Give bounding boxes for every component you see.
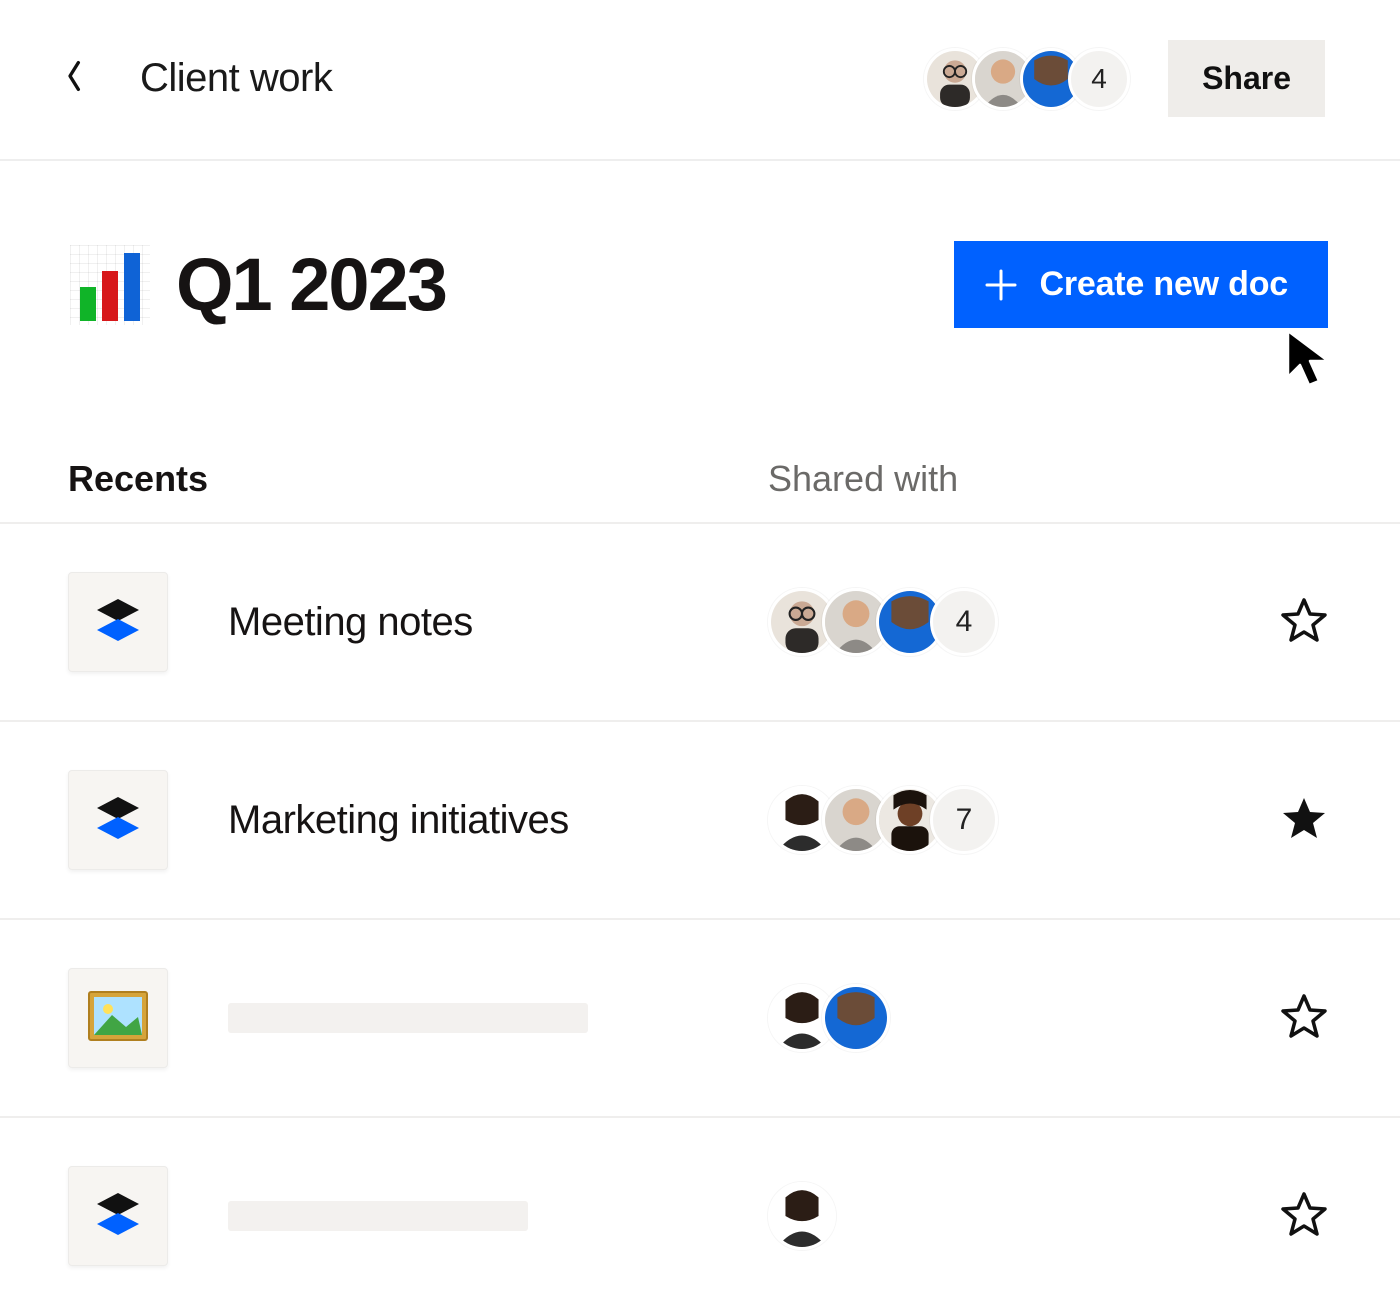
doc-title bbox=[228, 1201, 768, 1231]
star-toggle[interactable] bbox=[1280, 1192, 1328, 1240]
col-header-shared: Shared with bbox=[768, 458, 958, 500]
star-toggle[interactable] bbox=[1280, 598, 1328, 646]
avatar-overflow-count: 4 bbox=[1068, 48, 1130, 110]
topbar: Client work 4 Share bbox=[0, 0, 1400, 161]
star-outline-icon bbox=[1280, 1190, 1328, 1243]
share-button[interactable]: Share bbox=[1168, 40, 1325, 117]
create-doc-wrap: Create new doc bbox=[954, 241, 1329, 328]
picture-icon bbox=[88, 991, 148, 1046]
avatar bbox=[822, 984, 890, 1052]
column-headers: Recents Shared with bbox=[0, 338, 1400, 522]
list-item[interactable]: Marketing initiatives 7 bbox=[0, 722, 1400, 920]
doc-thumbnail bbox=[68, 770, 168, 870]
doc-thumbnail bbox=[68, 572, 168, 672]
chevron-left-icon bbox=[65, 59, 85, 98]
create-new-doc-label: Create new doc bbox=[1040, 265, 1289, 304]
star-toggle[interactable] bbox=[1280, 796, 1328, 844]
avatar-overflow-count: 4 bbox=[930, 588, 998, 656]
folder-title-group: Q1 2023 bbox=[70, 242, 446, 327]
star-filled-icon bbox=[1280, 794, 1328, 847]
avatar-overflow-count: 7 bbox=[930, 786, 998, 854]
doc-thumbnail bbox=[68, 1166, 168, 1266]
col-header-recents: Recents bbox=[68, 458, 768, 500]
cursor-icon bbox=[1282, 327, 1336, 392]
shared-with[interactable] bbox=[768, 984, 890, 1052]
create-new-doc-button[interactable]: Create new doc bbox=[954, 241, 1329, 328]
title-placeholder bbox=[228, 1003, 588, 1033]
topbar-left: Client work bbox=[60, 56, 332, 101]
shared-with[interactable] bbox=[768, 1182, 836, 1250]
breadcrumb[interactable]: Client work bbox=[140, 56, 332, 101]
doc-thumbnail bbox=[68, 968, 168, 1068]
shared-with[interactable]: 7 bbox=[768, 786, 998, 854]
plus-icon bbox=[984, 268, 1018, 302]
avatar bbox=[768, 1182, 836, 1250]
doc-title: Meeting notes bbox=[228, 600, 768, 645]
star-outline-icon bbox=[1280, 596, 1328, 649]
list-item[interactable]: Meeting notes 4 bbox=[0, 524, 1400, 722]
paper-doc-icon bbox=[91, 791, 145, 850]
topbar-right: 4 Share bbox=[924, 40, 1325, 117]
doc-title: Marketing initiatives bbox=[228, 798, 768, 843]
folder-header: Q1 2023 Create new doc bbox=[0, 161, 1400, 338]
list-item[interactable] bbox=[0, 1118, 1400, 1314]
star-toggle[interactable] bbox=[1280, 994, 1328, 1042]
folder-title: Q1 2023 bbox=[176, 242, 446, 327]
recents-list: Meeting notes 4 Marketing initiatives bbox=[0, 522, 1400, 1314]
bar-chart-icon bbox=[70, 245, 150, 325]
shared-with[interactable]: 4 bbox=[768, 588, 998, 656]
back-button[interactable] bbox=[60, 64, 90, 94]
star-outline-icon bbox=[1280, 992, 1328, 1045]
title-placeholder bbox=[228, 1201, 528, 1231]
list-item[interactable] bbox=[0, 920, 1400, 1118]
paper-doc-icon bbox=[91, 593, 145, 652]
doc-title bbox=[228, 1003, 768, 1033]
collaborator-avatars[interactable]: 4 bbox=[924, 48, 1130, 110]
